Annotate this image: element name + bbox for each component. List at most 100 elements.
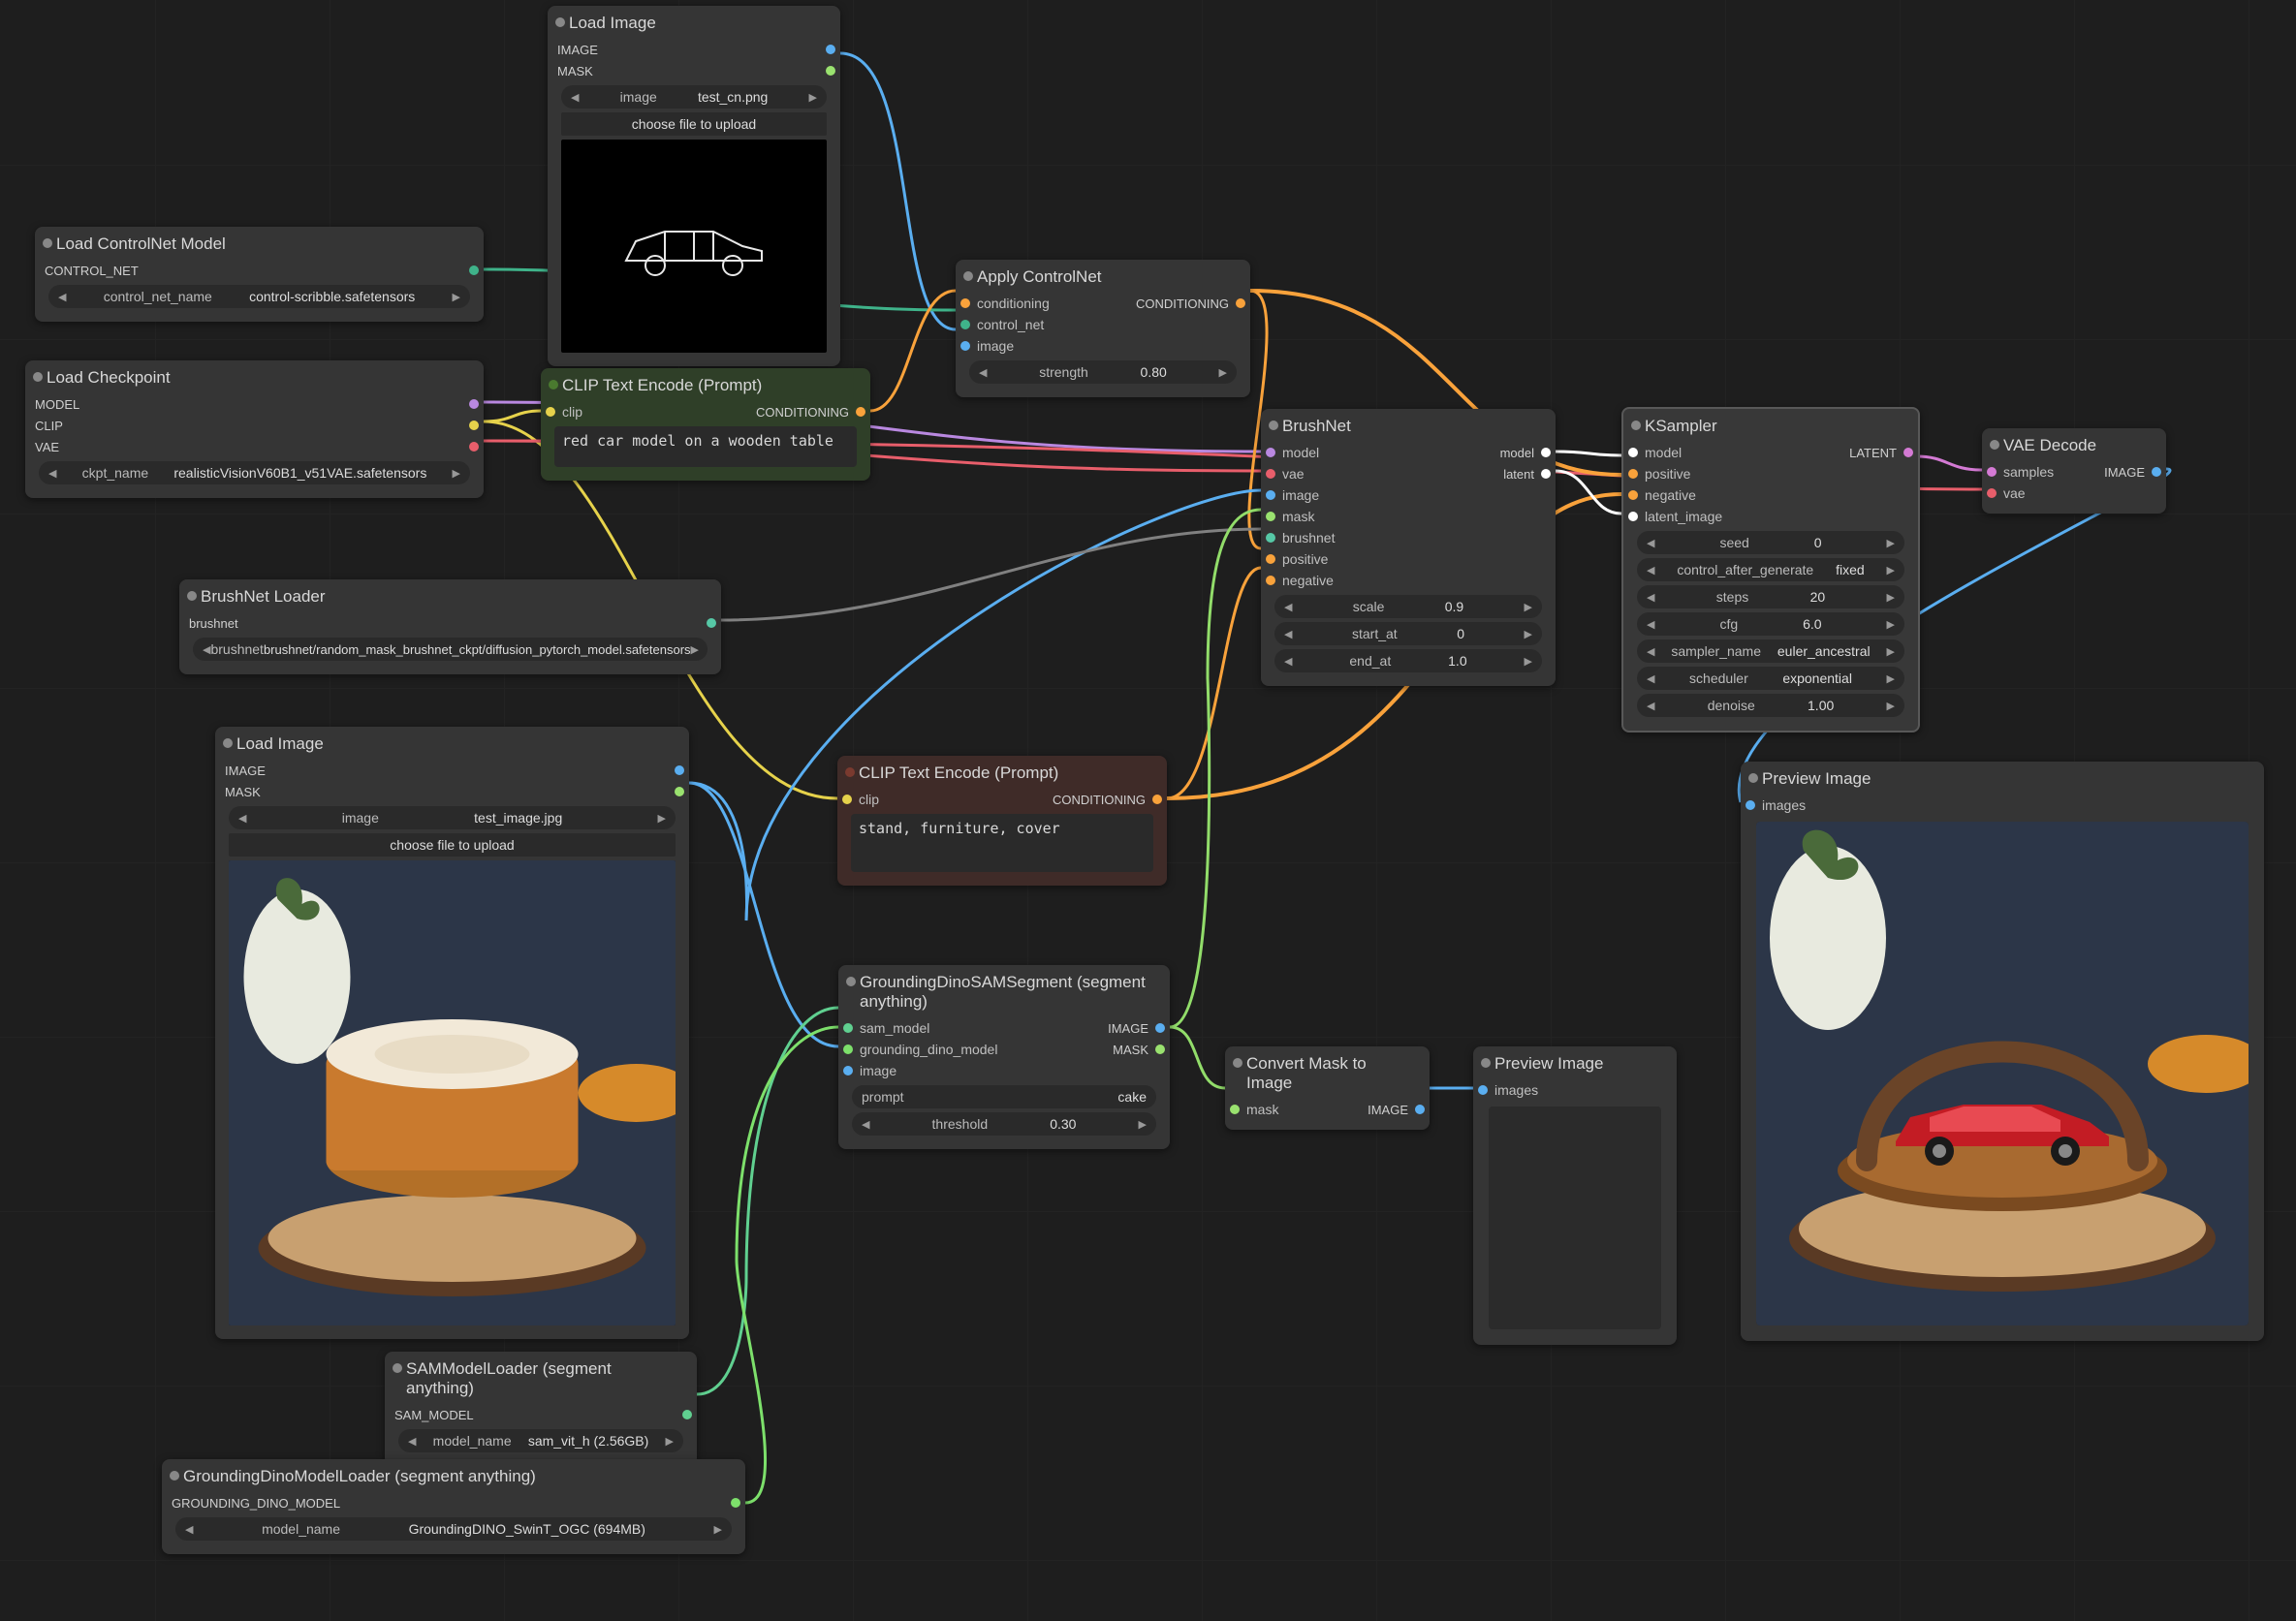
node-load-image-1[interactable]: Load Image IMAGE MASK ◀ image test_cn.pn…: [548, 6, 840, 366]
node-gdino-sam-segment[interactable]: GroundingDinoSAMSegment (segment anythin…: [838, 965, 1170, 1149]
node-gdino-loader[interactable]: GroundingDinoModelLoader (segment anythi…: [162, 1459, 745, 1554]
widget-scheduler[interactable]: ◀schedulerexponential▶: [1637, 667, 1904, 690]
input-image: image: [965, 338, 1014, 354]
output-mask: MASK: [557, 64, 605, 78]
node-title: Load Image: [548, 6, 840, 35]
input-samples: samples: [1992, 464, 2054, 480]
node-title: CLIP Text Encode (Prompt): [837, 756, 1167, 785]
node-brushnet-loader[interactable]: BrushNet Loader brushnet ◀brushnet brush…: [179, 579, 721, 674]
node-title: Preview Image: [1473, 1046, 1677, 1075]
widget-threshold[interactable]: ◀threshold 0.30▶: [852, 1112, 1156, 1136]
widget-prompt[interactable]: prompt cake: [852, 1085, 1156, 1108]
node-title: CLIP Text Encode (Prompt): [541, 368, 870, 397]
output-clip: CLIP: [35, 419, 75, 433]
output-brushnet: brushnet: [189, 616, 250, 631]
input-vae: vae: [1992, 485, 2026, 501]
node-title: SAMModelLoader (segment anything): [385, 1352, 697, 1400]
node-sam-loader[interactable]: SAMModelLoader (segment anything) SAM_MO…: [385, 1352, 697, 1466]
output-sam-model: SAM_MODEL: [394, 1408, 486, 1422]
node-load-controlnet[interactable]: Load ControlNet Model CONTROL_NET ◀contr…: [35, 227, 484, 322]
node-brushnet[interactable]: BrushNet model model vae latent image ma…: [1261, 409, 1556, 686]
node-preview-mask[interactable]: Preview Image images: [1473, 1046, 1677, 1345]
output-model: model: [1500, 446, 1546, 460]
upload-button[interactable]: choose file to upload: [561, 112, 827, 136]
node-title: KSampler: [1623, 409, 1918, 438]
output-mask: MASK: [225, 785, 272, 799]
output-conditioning: CONDITIONING: [756, 405, 861, 420]
input-gdino-model: grounding_dino_model: [848, 1042, 997, 1057]
widget-control-after-generate[interactable]: ◀control_after_generatefixed▶: [1637, 558, 1904, 581]
node-title: Load ControlNet Model: [35, 227, 484, 256]
widget-controlnet-name[interactable]: ◀control_net_name control-scribble.safet…: [48, 285, 470, 308]
widget-cfg[interactable]: ◀cfg6.0▶: [1637, 612, 1904, 636]
widget-model-name[interactable]: ◀model_name GroundingDINO_SwinT_OGC (694…: [175, 1517, 732, 1541]
node-mask-to-image[interactable]: Convert Mask to Image mask IMAGE: [1225, 1046, 1430, 1130]
input-latent-image: latent_image: [1633, 509, 1722, 524]
node-ksampler[interactable]: KSampler model LATENT positive negative …: [1621, 407, 1920, 733]
image-preview: [561, 140, 827, 353]
output-image: IMAGE: [225, 764, 277, 778]
node-preview-output[interactable]: Preview Image images: [1741, 762, 2264, 1341]
output-image: IMAGE: [557, 43, 610, 57]
widget-seed[interactable]: ◀seed0▶: [1637, 531, 1904, 554]
image-preview: [1756, 822, 2249, 1325]
node-clip-negative[interactable]: CLIP Text Encode (Prompt) clip CONDITION…: [837, 756, 1167, 886]
widget-scale[interactable]: ◀scale0.9▶: [1274, 595, 1542, 618]
output-vae: VAE: [35, 440, 71, 454]
node-title: Apply ControlNet: [956, 260, 1250, 289]
widget-start-at[interactable]: ◀start_at0▶: [1274, 622, 1542, 645]
input-positive: positive: [1633, 466, 1690, 482]
input-brushnet: brushnet: [1271, 530, 1335, 546]
input-image: image: [1271, 487, 1319, 503]
prompt-text[interactable]: red car model on a wooden table: [554, 426, 857, 467]
node-title: VAE Decode: [1982, 428, 2166, 457]
output-image: IMAGE: [1368, 1103, 1420, 1117]
widget-denoise[interactable]: ◀denoise1.00▶: [1637, 694, 1904, 717]
output-latent: latent: [1503, 467, 1546, 482]
input-sam-model: sam_model: [848, 1020, 929, 1036]
output-image: IMAGE: [1108, 1021, 1160, 1036]
prompt-text[interactable]: stand, furniture, cover: [851, 814, 1153, 872]
input-negative: negative: [1271, 573, 1334, 588]
node-load-image-2[interactable]: Load Image IMAGE MASK ◀image test_image.…: [215, 727, 689, 1339]
widget-brushnet-path[interactable]: ◀brushnet brushnet/random_mask_brushnet_…: [193, 638, 708, 661]
node-load-checkpoint[interactable]: Load Checkpoint MODEL CLIP VAE ◀ckpt_nam…: [25, 360, 484, 498]
widget-image-file[interactable]: ◀ image test_cn.png ▶: [561, 85, 827, 109]
output-conditioning: CONDITIONING: [1136, 296, 1241, 311]
upload-button[interactable]: choose file to upload: [229, 833, 676, 857]
widget-end-at[interactable]: ◀end_at1.0▶: [1274, 649, 1542, 672]
input-images: images: [1750, 797, 1806, 813]
output-gdino-model: GROUNDING_DINO_MODEL: [172, 1496, 352, 1511]
widget-model-name[interactable]: ◀model_name sam_vit_h (2.56GB)▶: [398, 1429, 683, 1452]
node-title: Load Checkpoint: [25, 360, 484, 390]
output-controlnet: CONTROL_NET: [45, 264, 150, 278]
image-preview: [229, 860, 676, 1325]
node-title: GroundingDinoSAMSegment (segment anythin…: [838, 965, 1170, 1013]
input-images: images: [1483, 1082, 1538, 1098]
node-title: BrushNet Loader: [179, 579, 721, 608]
image-preview: [1489, 1107, 1661, 1329]
output-mask: MASK: [1113, 1043, 1160, 1057]
node-vae-decode[interactable]: VAE Decode samples IMAGE vae: [1982, 428, 2166, 514]
output-image: IMAGE: [2104, 465, 2156, 480]
input-mask: mask: [1271, 509, 1314, 524]
node-clip-positive[interactable]: CLIP Text Encode (Prompt) clip CONDITION…: [541, 368, 870, 481]
node-title: Load Image: [215, 727, 689, 756]
input-conditioning: conditioning: [965, 296, 1050, 311]
input-image: image: [848, 1063, 896, 1078]
node-apply-controlnet[interactable]: Apply ControlNet conditioning CONDITIONI…: [956, 260, 1250, 397]
node-title: BrushNet: [1261, 409, 1556, 438]
input-model: model: [1633, 445, 1682, 460]
input-positive: positive: [1271, 551, 1328, 567]
node-title: Convert Mask to Image: [1225, 1046, 1430, 1095]
input-model: model: [1271, 445, 1319, 460]
input-vae: vae: [1271, 466, 1305, 482]
widget-image-file[interactable]: ◀image test_image.jpg▶: [229, 806, 676, 829]
output-model: MODEL: [35, 397, 91, 412]
node-title: GroundingDinoModelLoader (segment anythi…: [162, 1459, 745, 1488]
widget-sampler-name[interactable]: ◀sampler_nameeuler_ancestral▶: [1637, 639, 1904, 663]
widget-steps[interactable]: ◀steps20▶: [1637, 585, 1904, 608]
widget-strength[interactable]: ◀strength 0.80▶: [969, 360, 1237, 384]
input-negative: negative: [1633, 487, 1696, 503]
widget-ckpt-name[interactable]: ◀ckpt_name realisticVisionV60B1_v51VAE.s…: [39, 461, 470, 484]
